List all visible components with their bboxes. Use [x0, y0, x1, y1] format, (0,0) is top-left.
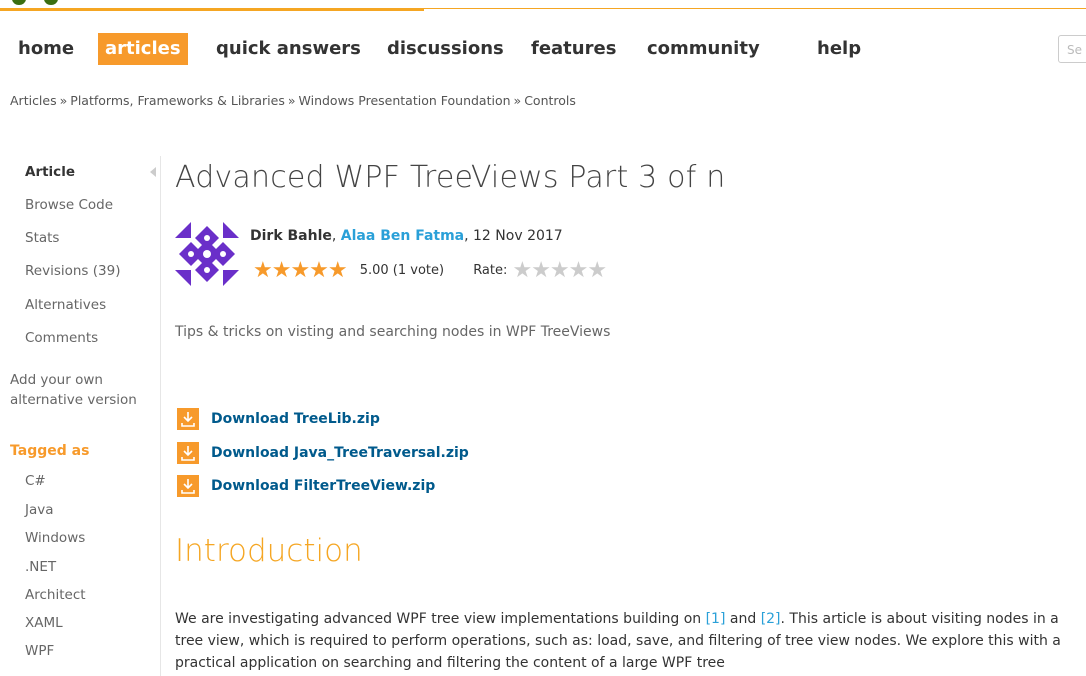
- top-rule: [424, 8, 1086, 9]
- logo-shape-left: [12, 0, 26, 5]
- download-icon: [177, 475, 199, 497]
- download-link-filtertreeview[interactable]: Download FilterTreeView.zip: [177, 475, 435, 497]
- rate-label: Rate:: [473, 263, 508, 278]
- article-date: , 12 Nov 2017: [464, 228, 563, 244]
- top-accent-line: [0, 8, 424, 11]
- avatar-identicon[interactable]: [175, 222, 239, 286]
- breadcrumb-item[interactable]: Controls: [524, 93, 576, 108]
- rating-row: ★★★★★ 5.00 (1 vote) Rate: ★★★★★: [253, 258, 607, 283]
- nav-home[interactable]: home: [18, 33, 74, 65]
- introduction-paragraph: We are investigating advanced WPF tree v…: [175, 608, 1075, 674]
- intro-text: We are investigating advanced WPF tree v…: [175, 611, 706, 627]
- rating-score: 5.00 (1 vote): [359, 263, 445, 278]
- logo-shape-right: [44, 0, 58, 5]
- nav-help[interactable]: help: [817, 33, 861, 65]
- download-label[interactable]: Download Java_TreeTraversal.zip: [211, 445, 469, 461]
- nav-features[interactable]: features: [531, 33, 616, 65]
- nav-articles[interactable]: articles: [98, 33, 188, 65]
- reference-link-1[interactable]: [1]: [706, 611, 726, 627]
- sidebar-item-revisions[interactable]: Revisions (39): [25, 263, 120, 279]
- article-title: Advanced WPF TreeViews Part 3 of n: [175, 160, 726, 195]
- breadcrumb-item[interactable]: Articles: [10, 93, 57, 108]
- breadcrumb-separator: »: [287, 93, 296, 108]
- breadcrumb-item[interactable]: Platforms, Frameworks & Libraries: [70, 93, 285, 108]
- tag-item[interactable]: Windows: [25, 530, 85, 546]
- reference-link-2[interactable]: [2]: [761, 611, 781, 627]
- breadcrumb-separator: »: [59, 93, 68, 108]
- download-label[interactable]: Download TreeLib.zip: [211, 411, 380, 427]
- tag-item[interactable]: Java: [25, 502, 54, 518]
- rating-stars: ★★★★★: [253, 258, 348, 283]
- introduction-heading: Introduction: [175, 533, 363, 569]
- download-link-treelib[interactable]: Download TreeLib.zip: [177, 408, 380, 430]
- site-logo[interactable]: [12, 0, 62, 5]
- nav-discussions[interactable]: discussions: [387, 33, 504, 65]
- intro-text: and: [725, 611, 761, 627]
- nav-quick-answers[interactable]: quick answers: [216, 33, 361, 65]
- nav-community[interactable]: community: [647, 33, 760, 65]
- sidebar-item-comments[interactable]: Comments: [25, 330, 98, 346]
- tag-item[interactable]: XAML: [25, 615, 63, 631]
- sidebar-item-browse-code[interactable]: Browse Code: [25, 197, 113, 213]
- tagged-as-heading: Tagged as: [10, 443, 90, 459]
- sidebar-item-stats[interactable]: Stats: [25, 230, 59, 246]
- collapse-arrow-icon[interactable]: [150, 167, 156, 177]
- article-authors: Dirk Bahle, Alaa Ben Fatma, 12 Nov 2017: [250, 228, 563, 244]
- download-label[interactable]: Download FilterTreeView.zip: [211, 478, 435, 494]
- breadcrumb-item[interactable]: Windows Presentation Foundation: [299, 93, 511, 108]
- author-separator: ,: [331, 228, 341, 244]
- breadcrumb-separator: »: [513, 93, 522, 108]
- sidebar-item-alternatives[interactable]: Alternatives: [25, 297, 106, 313]
- rate-stars-input[interactable]: ★★★★★: [512, 258, 607, 283]
- tag-item[interactable]: .NET: [25, 559, 56, 575]
- download-link-java-treetraversal[interactable]: Download Java_TreeTraversal.zip: [177, 442, 469, 464]
- article-summary: Tips & tricks on visting and searching n…: [175, 324, 611, 340]
- author-link-1[interactable]: Dirk Bahle: [250, 228, 332, 244]
- author-link-2[interactable]: Alaa Ben Fatma: [341, 228, 464, 244]
- tag-item[interactable]: WPF: [25, 643, 54, 659]
- tag-item[interactable]: C#: [25, 473, 46, 489]
- add-alternative-link[interactable]: Add your own alternative version: [10, 370, 150, 410]
- download-icon: [177, 442, 199, 464]
- main-nav: home articles quick answers discussions …: [0, 33, 1086, 65]
- tag-item[interactable]: Architect: [25, 587, 86, 603]
- download-icon: [177, 408, 199, 430]
- sidebar-item-article[interactable]: Article: [25, 164, 75, 180]
- search-input[interactable]: Se: [1058, 35, 1086, 63]
- breadcrumb: Articles» Platforms, Frameworks & Librari…: [10, 93, 576, 108]
